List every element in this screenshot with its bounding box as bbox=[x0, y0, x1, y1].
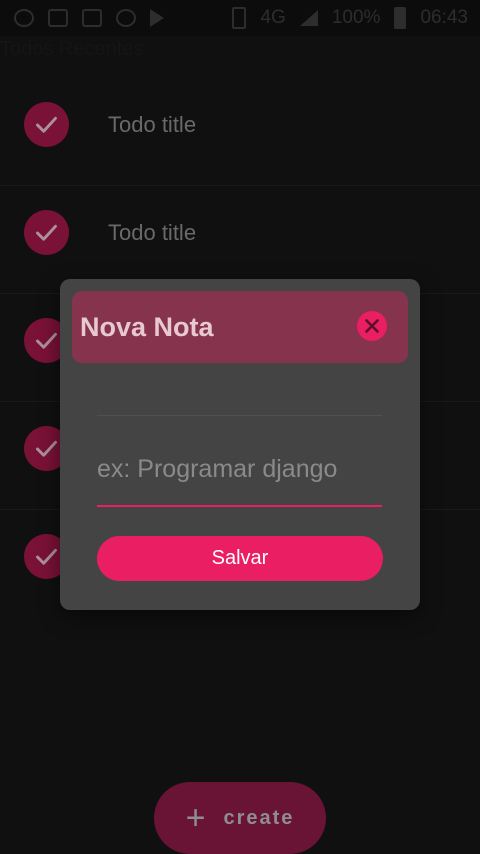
close-icon bbox=[365, 319, 379, 333]
new-note-dialog: Nova Nota Salvar bbox=[60, 279, 420, 610]
save-button[interactable]: Salvar bbox=[97, 536, 383, 581]
divider bbox=[97, 415, 382, 416]
note-input[interactable] bbox=[97, 445, 382, 507]
dialog-header: Nova Nota bbox=[72, 291, 408, 363]
close-button[interactable] bbox=[357, 311, 387, 341]
dialog-title: Nova Nota bbox=[80, 312, 214, 342]
